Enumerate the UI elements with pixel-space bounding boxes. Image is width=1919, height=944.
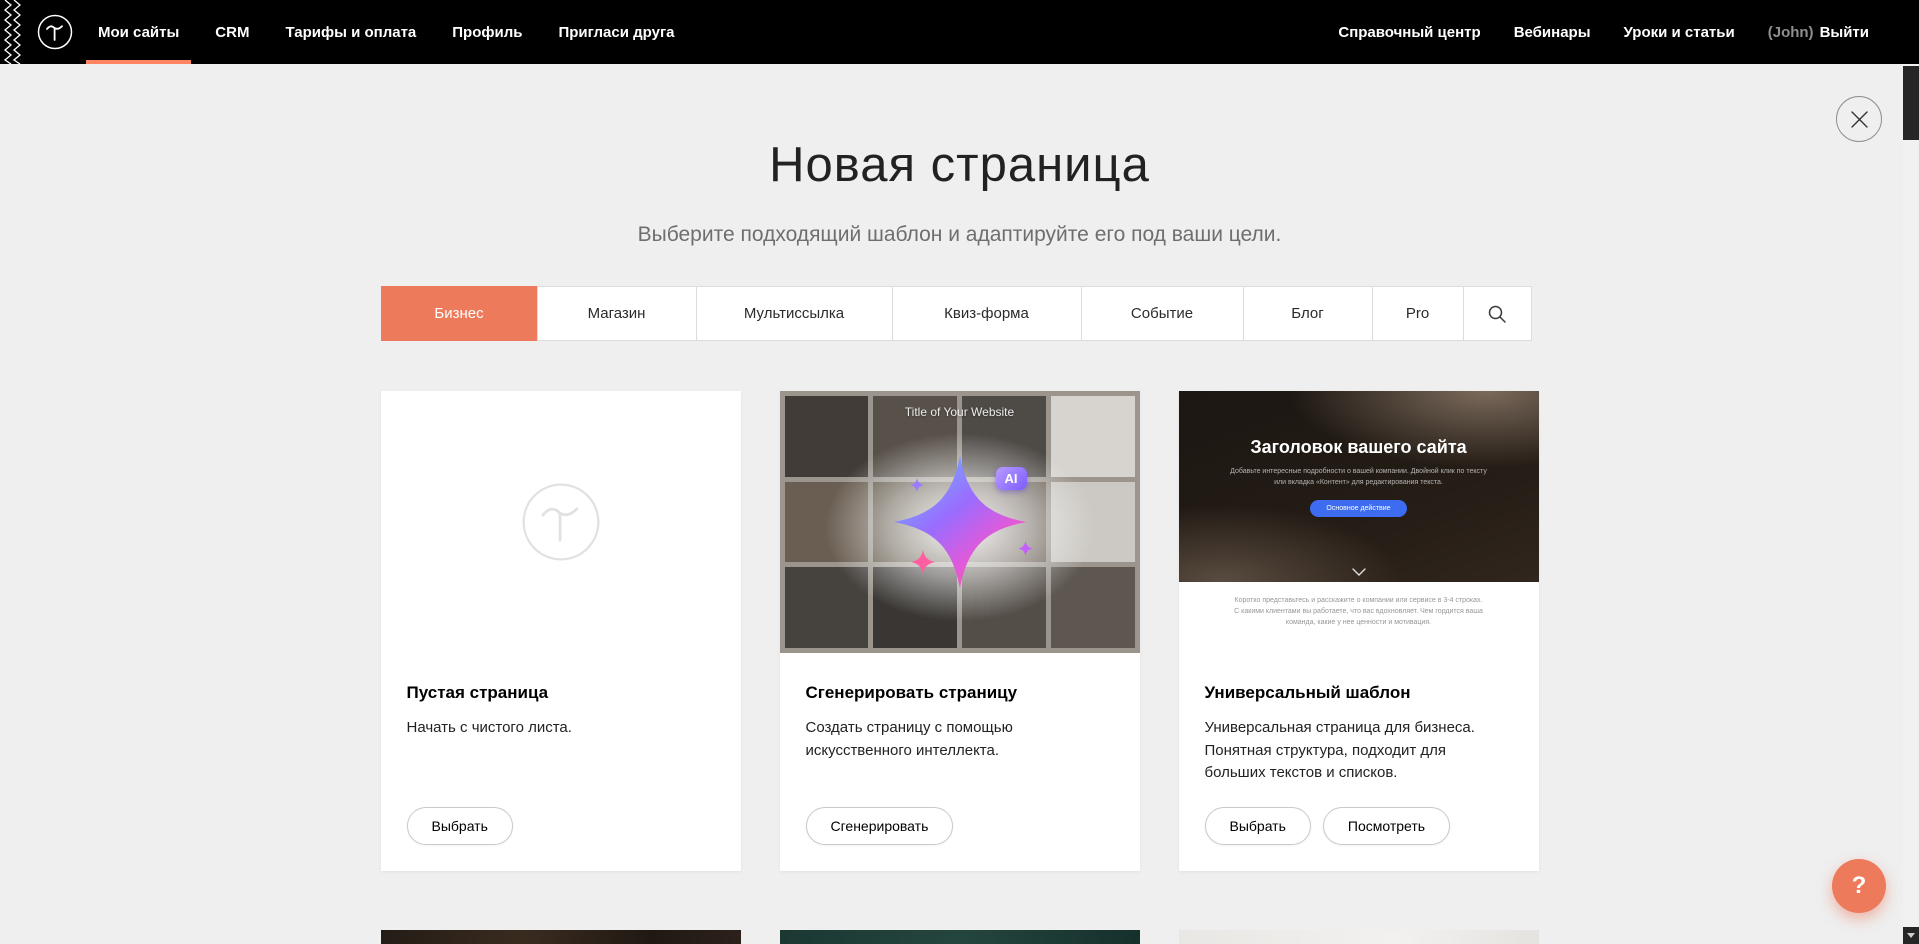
preview-subtext: Добавьте интересные подробности о вашей … — [1229, 467, 1488, 488]
card-description: Универсальная страница для бизнеса. Поня… — [1205, 717, 1476, 785]
universal-preview-hero: Заголовок вашего сайта Добавьте интересн… — [1179, 391, 1539, 582]
tilda-logo[interactable] — [26, 0, 84, 64]
navbar-right-menu: Справочный центр Вебинары Уроки и статьи… — [1338, 0, 1869, 64]
partial-preview — [780, 930, 1140, 944]
tab-pro[interactable]: Pro — [1372, 286, 1464, 341]
card-description: Начать с чистого листа. — [407, 717, 678, 740]
card-body: Сгенерировать страницу Создать страницу … — [780, 653, 1140, 871]
card-partial-2[interactable] — [780, 930, 1140, 944]
template-category-tabs: Бизнес Магазин Мультиссылка Квиз-форма С… — [381, 286, 1539, 341]
sparkle-small-icon — [909, 477, 925, 493]
card-blank-page: Пустая страница Начать с чистого листа. … — [381, 391, 741, 871]
tab-blog[interactable]: Блог — [1243, 286, 1373, 341]
nav-item-profile[interactable]: Профиль — [452, 0, 522, 64]
card-title: Сгенерировать страницу — [806, 683, 1114, 703]
close-button[interactable] — [1836, 96, 1882, 142]
template-grid: Пустая страница Начать с чистого листа. … — [381, 391, 1539, 944]
close-icon — [1851, 111, 1868, 128]
card-actions: Выбрать Посмотреть — [1205, 807, 1513, 845]
tilda-watermark-icon — [518, 479, 604, 565]
chevron-down-icon — [1352, 568, 1366, 576]
vertical-scrollbar — [1903, 64, 1919, 944]
nav-item-lessons[interactable]: Уроки и статьи — [1624, 0, 1735, 64]
ai-preview: Title of Your Website — [780, 391, 1140, 653]
card-body: Пустая страница Начать с чистого листа. … — [381, 653, 741, 871]
universal-preview-body: Коротко представьтесь и расскажите о ком… — [1179, 582, 1539, 653]
nav-item-pricing[interactable]: Тарифы и оплата — [285, 0, 416, 64]
partial-preview — [381, 930, 741, 944]
card-body: Универсальный шаблон Универсальная стран… — [1179, 653, 1539, 871]
partial-preview — [1179, 930, 1539, 944]
card-description: Создать страницу с помощью искусственног… — [806, 717, 1077, 762]
card-partial-3[interactable] — [1179, 930, 1539, 944]
tab-event[interactable]: Событие — [1081, 286, 1244, 341]
help-button[interactable]: ? — [1832, 859, 1886, 913]
navbar-left-menu: Мои сайты CRM Тарифы и оплата Профиль Пр… — [98, 0, 675, 64]
page-title: Новая страница — [0, 137, 1919, 193]
page-subtitle: Выберите подходящий шаблон и адаптируйте… — [0, 223, 1919, 247]
card-ai-generate: Title of Your Website — [780, 391, 1140, 871]
nav-item-crm[interactable]: CRM — [215, 0, 249, 64]
ai-preview-title: Title of Your Website — [780, 405, 1140, 419]
sparkle-small-icon — [1017, 540, 1034, 557]
card-actions: Выбрать — [407, 807, 715, 845]
universal-preview: Заголовок вашего сайта Добавьте интересн… — [1179, 391, 1539, 653]
nav-item-help-center[interactable]: Справочный центр — [1338, 0, 1480, 64]
user-name: (John) — [1768, 24, 1814, 41]
nav-item-webinars[interactable]: Вебинары — [1514, 0, 1591, 64]
search-icon — [1487, 304, 1507, 324]
tab-store[interactable]: Магазин — [537, 286, 697, 341]
choose-button[interactable]: Выбрать — [407, 807, 513, 845]
card-title: Пустая страница — [407, 683, 715, 703]
card-partial-1[interactable] — [381, 930, 741, 944]
user-box: (John) Выйти — [1768, 0, 1869, 64]
choose-button[interactable]: Выбрать — [1205, 807, 1311, 845]
view-button[interactable]: Посмотреть — [1323, 807, 1450, 845]
logout-link[interactable]: Выйти — [1820, 24, 1869, 41]
blank-page-preview — [381, 391, 741, 653]
preview-paragraph: Коротко представьтесь и расскажите о ком… — [1233, 596, 1485, 629]
top-navbar: Мои сайты CRM Тарифы и оплата Профиль Пр… — [0, 0, 1919, 64]
ai-badge: AI — [996, 467, 1027, 490]
tab-quiz-form[interactable]: Квиз-форма — [892, 286, 1082, 341]
scrollbar-down-button[interactable] — [1903, 927, 1919, 944]
generate-button[interactable]: Сгенерировать — [806, 807, 954, 845]
tab-business[interactable]: Бизнес — [381, 286, 538, 341]
tab-multilink[interactable]: Мультиссылка — [696, 286, 893, 341]
zigzag-pattern-icon — [0, 0, 26, 64]
card-universal-template: Заголовок вашего сайта Добавьте интересн… — [1179, 391, 1539, 871]
scrollbar-thumb[interactable] — [1903, 66, 1919, 140]
nav-item-my-sites[interactable]: Мои сайты — [98, 0, 179, 64]
tab-search[interactable] — [1463, 286, 1532, 341]
preview-cta-button: Основное действие — [1310, 500, 1406, 517]
nav-item-invite-friend[interactable]: Пригласи друга — [558, 0, 674, 64]
preview-heading: Заголовок вашего сайта — [1179, 437, 1539, 458]
new-page-dialog: Новая страница Выберите подходящий шабло… — [0, 137, 1919, 944]
card-actions: Сгенерировать — [806, 807, 1114, 845]
card-title: Универсальный шаблон — [1205, 683, 1513, 703]
sparkle-small-icon — [909, 548, 937, 576]
